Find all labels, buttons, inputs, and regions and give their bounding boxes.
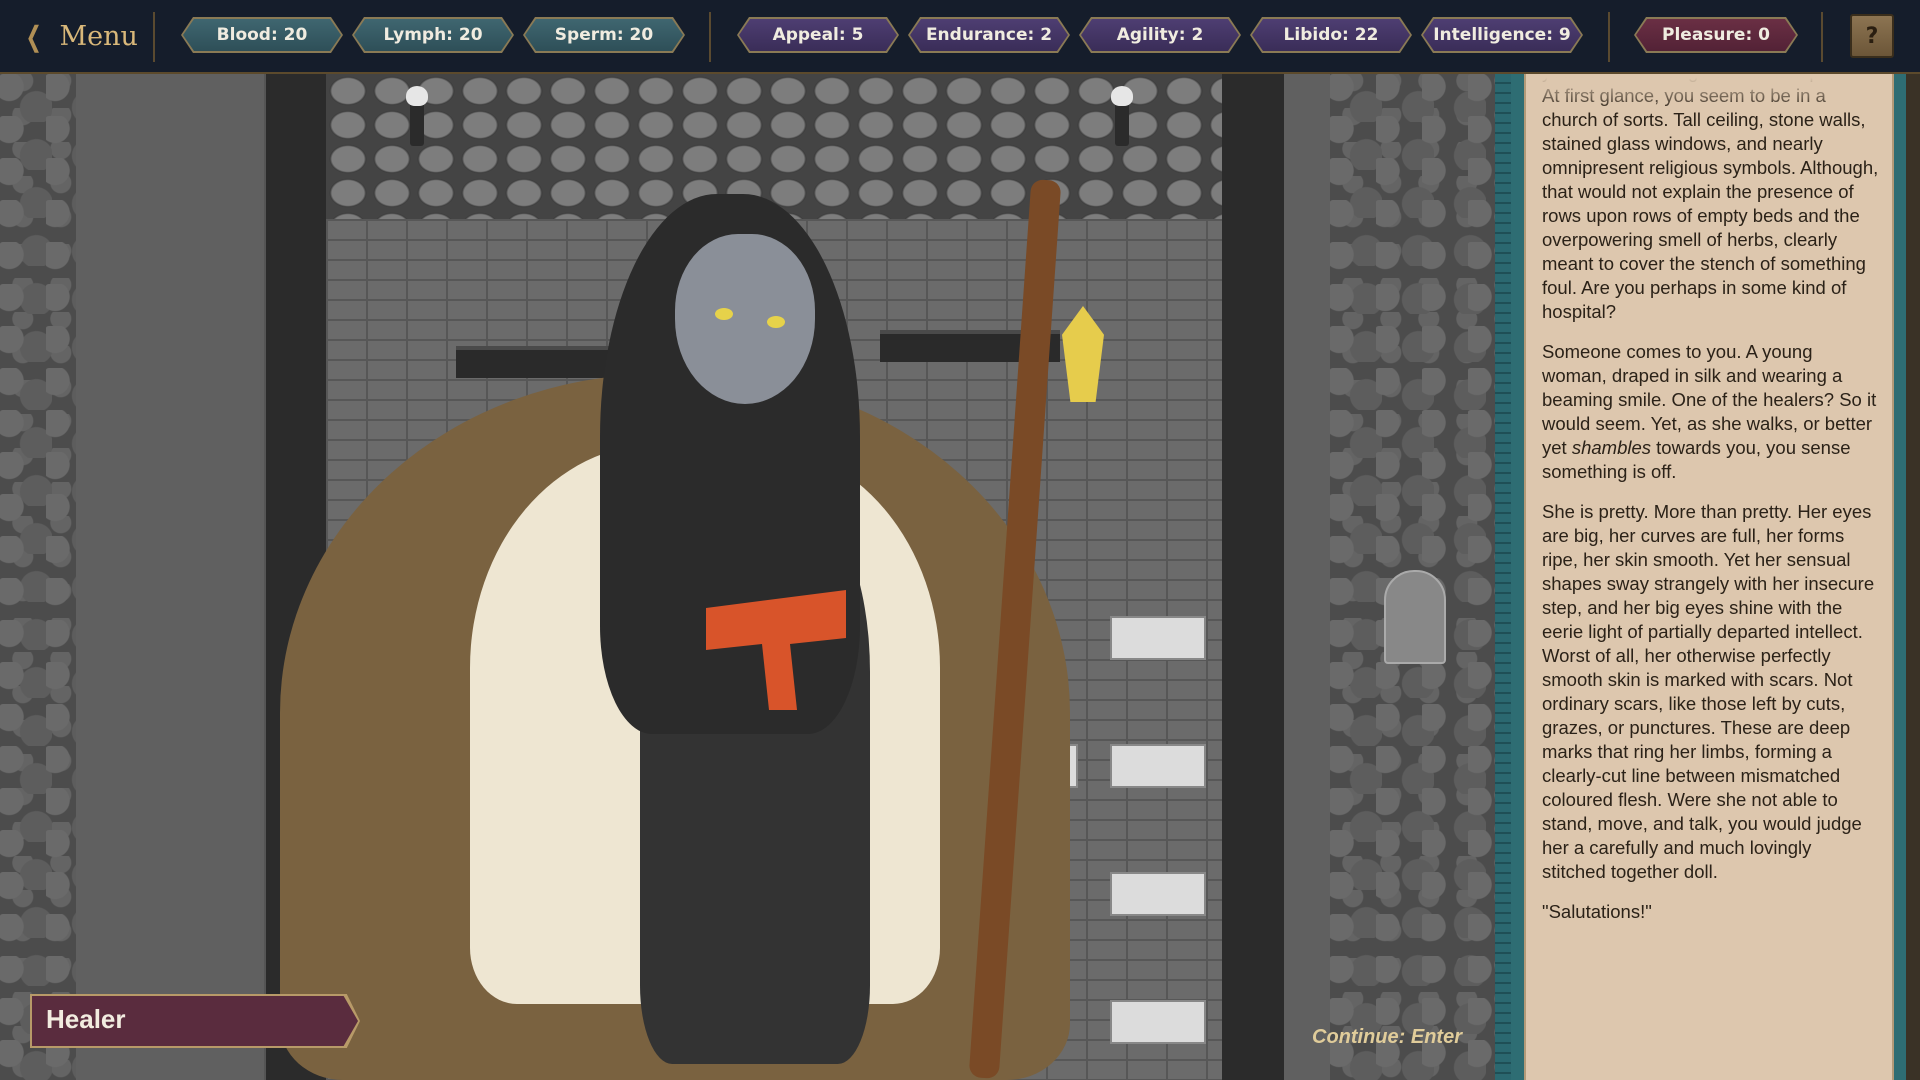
scroll-fade — [1526, 74, 1892, 110]
sperm-stat[interactable]: Sperm: 20 — [523, 17, 685, 53]
panel-border-left — [1495, 74, 1511, 1080]
intelligence-stat[interactable]: Intelligence: 9 — [1421, 17, 1583, 53]
eye-icon — [767, 316, 785, 328]
wall-shadow-right — [1222, 74, 1284, 1080]
agility-stat-label: Agility: 2 — [1116, 25, 1204, 45]
bed — [1110, 1000, 1206, 1044]
sperm-stat-label: Sperm: 20 — [554, 25, 654, 45]
bed — [1110, 616, 1206, 660]
torch-icon — [406, 86, 428, 146]
endurance-stat[interactable]: Endurance: 2 — [908, 17, 1070, 53]
blood-stat-label: Blood: 20 — [216, 25, 308, 45]
story-text-panel[interactable]: yourself in a strange and distant place.… — [1524, 74, 1894, 1080]
intelligence-stat-label: Intelligence: 9 — [1433, 25, 1571, 45]
chevron-left-icon: ❮ — [25, 19, 42, 53]
story-paragraph: "Salutations!" — [1542, 901, 1652, 922]
character-face — [675, 234, 815, 404]
bed — [1110, 872, 1206, 916]
blood-stat[interactable]: Blood: 20 — [181, 17, 343, 53]
rock-wall-top — [326, 74, 1222, 219]
pleasure-stat[interactable]: Pleasure: 0 — [1634, 17, 1798, 53]
help-label: ? — [1865, 23, 1879, 49]
agility-stat[interactable]: Agility: 2 — [1079, 17, 1241, 53]
top-status-bar: ❮ Menu Blood: 20 Lymph: 20 Sperm: 20 App… — [0, 0, 1920, 74]
pleasure-stat-label: Pleasure: 0 — [1662, 25, 1770, 45]
endurance-stat-label: Endurance: 2 — [925, 25, 1053, 45]
divider — [1821, 12, 1823, 62]
appeal-stat-label: Appeal: 5 — [772, 25, 864, 45]
story-paragraph: She is pretty. More than pretty. Her eye… — [1542, 501, 1875, 882]
lymph-stat[interactable]: Lymph: 20 — [352, 17, 514, 53]
story-paragraph: yourself in a strange and distant place.… — [1542, 74, 1879, 322]
stone-path-right — [1284, 74, 1330, 1080]
game-scene — [0, 74, 1495, 1080]
divider — [153, 12, 155, 62]
lymph-stat-label: Lymph: 20 — [383, 25, 483, 45]
divider — [1608, 12, 1610, 62]
help-button[interactable]: ? — [1850, 14, 1894, 58]
story-paragraph: Someone comes to you. A young woman, dra… — [1542, 340, 1880, 484]
torch-icon — [1111, 86, 1133, 146]
story-emphasis: shambles — [1571, 437, 1652, 458]
speaker-name: Healer — [46, 1004, 126, 1034]
gravestone-icon — [1384, 570, 1446, 664]
stone-path-left — [76, 74, 264, 1080]
panel-border-right — [1906, 74, 1920, 1080]
continue-hint[interactable]: Continue: Enter — [1312, 1026, 1462, 1049]
divider — [709, 12, 711, 62]
menu-button[interactable]: ❮ Menu — [22, 16, 138, 56]
bed — [1110, 744, 1206, 788]
appeal-stat[interactable]: Appeal: 5 — [737, 17, 899, 53]
eye-icon — [715, 308, 733, 320]
speaker-nametag: Healer — [30, 994, 360, 1048]
libido-stat[interactable]: Libido: 22 — [1250, 17, 1412, 53]
menu-label: Menu — [59, 20, 138, 52]
libido-stat-label: Libido: 22 — [1283, 25, 1379, 45]
